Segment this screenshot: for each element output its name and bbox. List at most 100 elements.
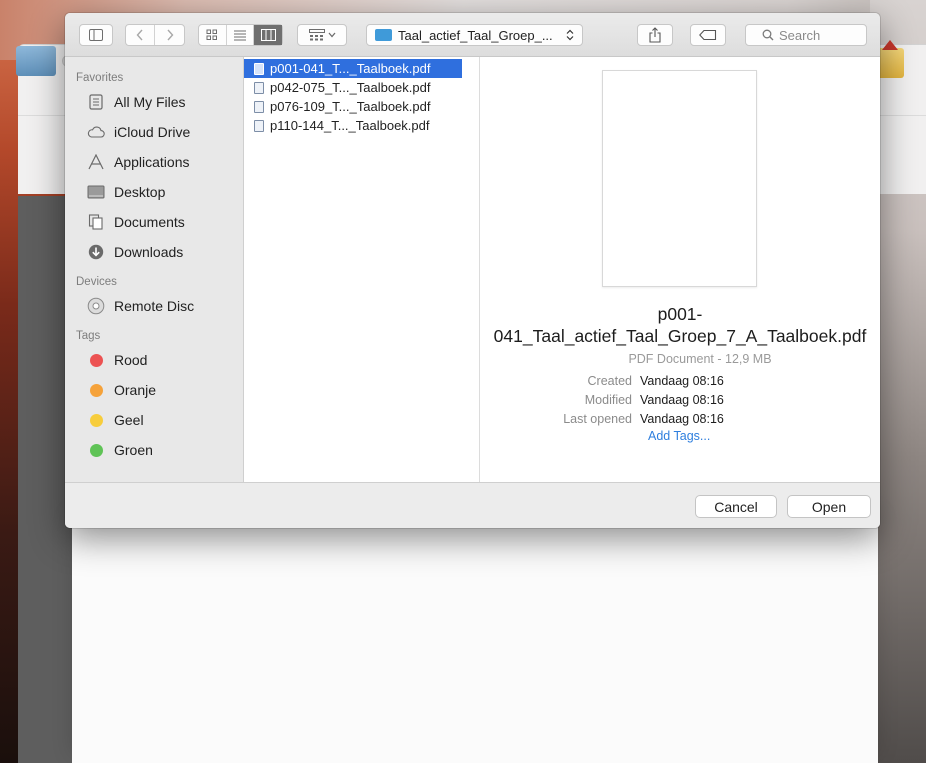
tag-color-dot [89, 413, 103, 427]
icon-view-button[interactable] [199, 25, 227, 45]
sidebar-item-tag-rood[interactable]: Rood [65, 345, 243, 375]
meta-value: Vandaag 08:16 [640, 392, 724, 407]
file-row[interactable]: p076-109_T..._Taalboek.pdf [244, 97, 479, 116]
sidebar-item-label: Rood [114, 352, 148, 368]
pdf-file-icon [254, 81, 264, 94]
preview-metadata: Created Vandaag 08:16 Modified Vandaag 0… [480, 371, 880, 428]
file-thumbnail [602, 70, 757, 287]
list-view-icon [234, 30, 246, 41]
chevron-left-icon [136, 29, 143, 41]
all-files-icon [87, 93, 105, 111]
updown-chevron-icon [566, 29, 574, 41]
share-button[interactable] [637, 24, 673, 46]
column-view-icon [260, 29, 276, 41]
open-file-dialog: Taal_actief_Taal_Groep_... Favorit [65, 13, 880, 528]
meta-row-last-opened: Last opened Vandaag 08:16 [480, 409, 880, 428]
sidebar-item-remote-disc[interactable]: Remote Disc [65, 291, 243, 321]
sidebar-item-tag-geel[interactable]: Geel [65, 405, 243, 435]
pdf-file-icon [254, 100, 264, 113]
column-view-button[interactable] [254, 25, 282, 45]
back-button[interactable] [126, 25, 156, 45]
file-row[interactable]: p042-075_T..._Taalboek.pdf [244, 78, 479, 97]
disc-icon [87, 297, 105, 315]
tag-color-dot [89, 443, 103, 457]
forward-button[interactable] [155, 25, 184, 45]
tag-icon [699, 30, 717, 40]
applications-icon [87, 153, 105, 171]
sidebar-item-label: Groen [114, 442, 153, 458]
search-field[interactable] [745, 24, 867, 46]
meta-value: Vandaag 08:16 [640, 411, 724, 426]
view-mode-control [198, 24, 283, 46]
list-view-button[interactable] [227, 25, 255, 45]
sidebar-item-label: Desktop [114, 184, 166, 200]
chevron-right-icon [166, 29, 173, 41]
folder-icon [375, 29, 392, 41]
arrange-button[interactable] [297, 24, 347, 46]
folder-icon [16, 46, 56, 76]
file-name: p042-075_T..._Taalboek.pdf [270, 80, 431, 95]
sidebar-item-label: All My Files [114, 94, 186, 110]
dialog-footer: Cancel Open [65, 482, 880, 528]
sidebar-section-devices: Devices [76, 276, 117, 288]
location-label: Taal_actief_Taal_Groep_... [398, 27, 553, 43]
sidebar: Favorites All My Files iCloud Drive Appl… [65, 57, 244, 482]
sidebar-item-label: Documents [114, 214, 185, 230]
preview-filename: p001-041_Taal_actief_Taal_Groep_7_A_Taal… [493, 304, 867, 346]
icon-view-icon [206, 29, 218, 40]
meta-row-modified: Modified Vandaag 08:16 [480, 390, 880, 409]
meta-value: Vandaag 08:16 [640, 373, 724, 388]
file-name: p001-041_T..._Taalboek.pdf [270, 61, 431, 76]
sidebar-section-tags: Tags [76, 330, 101, 342]
sidebar-item-documents[interactable]: Documents [65, 207, 243, 237]
file-name: p076-109_T..._Taalboek.pdf [270, 99, 431, 114]
tag-button[interactable] [690, 24, 726, 46]
add-tags-link[interactable]: Add Tags... [648, 429, 710, 443]
sidebar-item-label: Geel [114, 412, 144, 428]
cancel-button[interactable]: Cancel [695, 495, 777, 518]
pdf-file-icon [254, 119, 264, 132]
search-input[interactable] [779, 27, 859, 43]
sidebar-item-label: Downloads [114, 244, 184, 260]
sidebar-icon [89, 29, 103, 41]
preview-pane: p001-041_Taal_actief_Taal_Groep_7_A_Taal… [480, 57, 880, 482]
sidebar-item-label: Remote Disc [114, 298, 195, 314]
meta-key: Created [587, 373, 632, 388]
sidebar-item-label: iCloud Drive [114, 124, 191, 140]
dialog-toolbar: Taal_actief_Taal_Groep_... [65, 13, 880, 57]
sidebar-section-favorites: Favorites [76, 72, 124, 84]
arrange-icon [308, 29, 325, 41]
sidebar-item-label: Oranje [114, 382, 157, 398]
cloud-icon [87, 123, 105, 141]
chevron-down-icon [328, 32, 335, 38]
tag-color-dot [89, 383, 103, 397]
meta-key: Modified [584, 392, 632, 407]
preview-kind-size: PDF Document - 12,9 MB [628, 352, 772, 366]
sidebar-item-tag-groen[interactable]: Groen [65, 435, 243, 465]
tag-color-dot [89, 353, 103, 367]
sidebar-item-desktop[interactable]: Desktop [65, 177, 243, 207]
share-icon [649, 27, 661, 43]
sidebar-item-icloud-drive[interactable]: iCloud Drive [65, 117, 243, 147]
pdf-file-icon [254, 62, 264, 75]
sidebar-item-downloads[interactable]: Downloads [65, 237, 243, 267]
file-row[interactable]: p001-041_T..._Taalboek.pdf [244, 59, 462, 78]
open-button[interactable]: Open [787, 495, 871, 518]
documents-icon [87, 213, 105, 231]
meta-row-created: Created Vandaag 08:16 [480, 371, 880, 390]
location-popup[interactable]: Taal_actief_Taal_Groep_... [366, 24, 583, 46]
desktop-icon [87, 183, 105, 201]
sidebar-item-all-my-files[interactable]: All My Files [65, 87, 243, 117]
file-list-column: p001-041_T..._Taalboek.pdf p042-075_T...… [244, 57, 480, 482]
sidebar-toggle-button[interactable] [79, 24, 113, 46]
background-page [72, 520, 878, 763]
meta-key: Last opened [563, 411, 632, 426]
file-name: p110-144_T..._Taalboek.pdf [270, 118, 430, 133]
sidebar-item-applications[interactable]: Applications [65, 147, 243, 177]
sidebar-item-label: Applications [114, 154, 190, 170]
file-row[interactable]: p110-144_T..._Taalboek.pdf [244, 116, 479, 135]
downloads-icon [87, 243, 105, 261]
search-icon [762, 29, 774, 41]
navigation-buttons [125, 24, 185, 46]
sidebar-item-tag-oranje[interactable]: Oranje [65, 375, 243, 405]
